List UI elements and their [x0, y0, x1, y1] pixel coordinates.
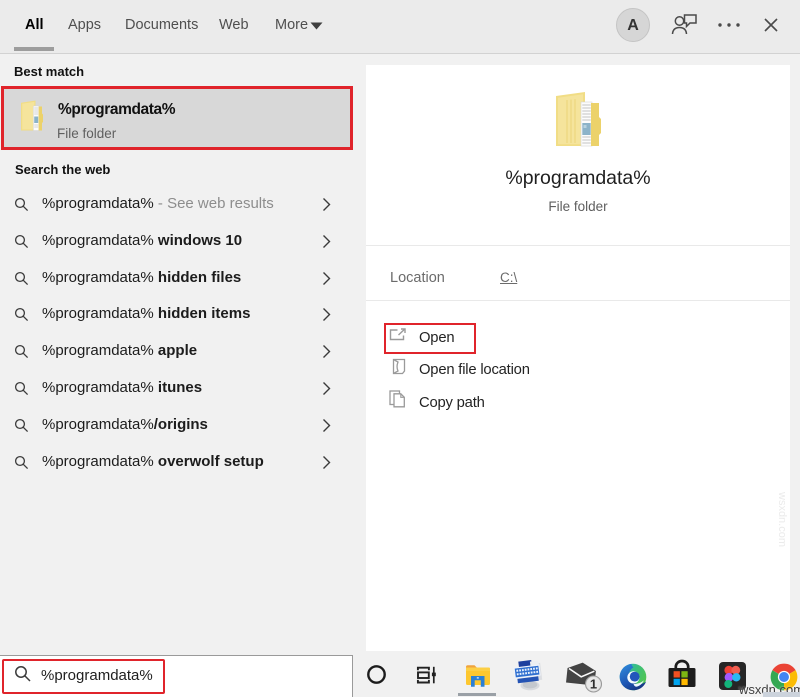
svg-text:1: 1: [590, 677, 597, 692]
